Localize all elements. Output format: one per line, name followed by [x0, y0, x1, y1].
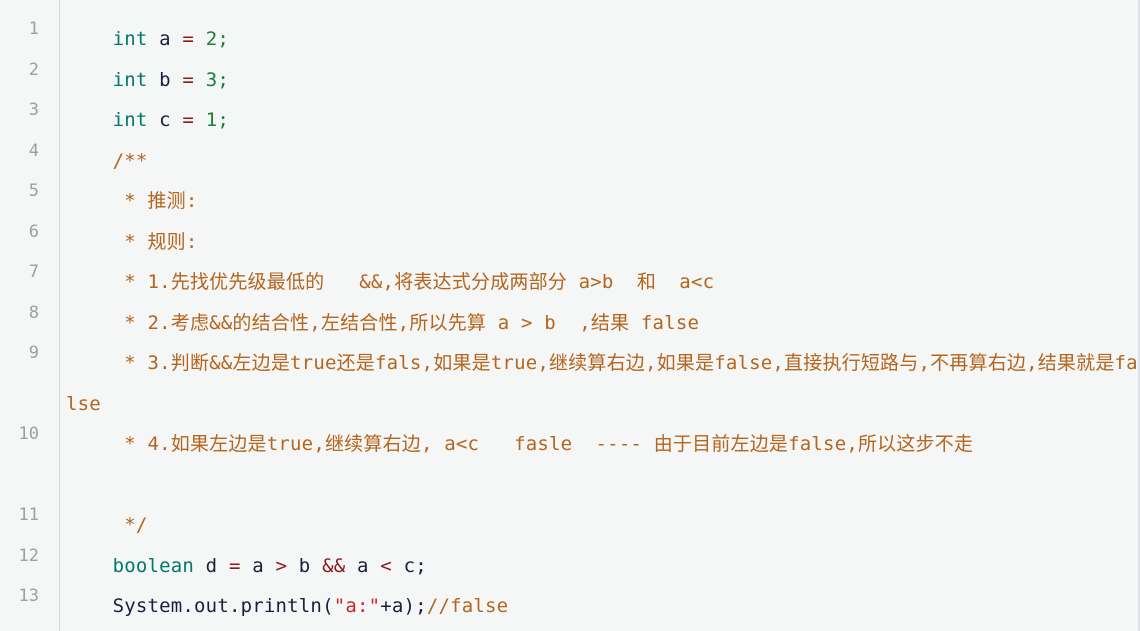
code-token-num: 1; [205, 109, 229, 131]
code-token-plain: a [147, 28, 183, 50]
code-token-plain: c; [391, 554, 427, 577]
code-line[interactable]: int b = 3; [66, 60, 1138, 101]
code-token-plain: d [194, 554, 229, 577]
line-number: 9 [28, 343, 39, 363]
line-number: 12 [18, 545, 39, 566]
line-number: 10 [18, 424, 39, 444]
code-content-area[interactable]: int a = 2; int b = 3; int c = 1; /** * 推… [60, 0, 1138, 631]
code-token-num: 2; [205, 28, 229, 50]
line-number: 4 [28, 140, 39, 161]
code-line[interactable]: * 1.先找优先级最低的 &&,将表达式分成两部分 a>b 和 a<c [66, 262, 1138, 303]
code-token-cmt: * 3.判断&&左边是true还是fals,如果是true,继续算右边,如果是f… [66, 352, 1138, 415]
code-line[interactable]: * 2.考虑&&的结合性,左结合性,所以先算 a > b ,结果 false [66, 303, 1138, 344]
line-number: 13 [18, 586, 39, 606]
code-token-kw: int [112, 28, 148, 50]
line-number: 11 [18, 505, 39, 525]
line-number: 6 [28, 221, 39, 242]
code-line[interactable]: int c = 1; [66, 100, 1138, 141]
code-token-kw: int [112, 109, 148, 131]
code-token-cmt: */ [124, 514, 148, 536]
line-number: 3 [28, 100, 39, 120]
code-line[interactable]: int a = 2; [66, 19, 1138, 60]
code-line[interactable]: * 规则: [66, 222, 1138, 263]
code-token-cmt: * 规则: [124, 230, 198, 253]
code-token-cmt: * 推测: [124, 190, 198, 212]
code-token-plain: System.out.println( [112, 595, 334, 617]
code-token-plain: c [147, 109, 183, 131]
code-token-plain: a [240, 554, 276, 577]
line-number: 7 [28, 262, 39, 282]
line-number: 2 [28, 59, 39, 80]
code-token-cmt: //false [426, 595, 509, 617]
line-number: 5 [28, 181, 39, 201]
code-token-kw: boolean [112, 554, 195, 577]
code-editor[interactable]: 1 2 3 4 5 6 7 8 9 10 11 12 13 int a = 2; int b = 3; … [0, 0, 1140, 631]
code-token-op: = [228, 554, 241, 577]
code-token-cmt: * 2.考虑&&的结合性,左结合性,所以先算 a > b ,结果 false [124, 311, 700, 334]
code-line[interactable]: * 推测: [66, 181, 1138, 222]
line-number-gutter[interactable]: 1 2 3 4 5 6 7 8 9 10 11 12 13 [0, 0, 60, 631]
code-token-kw: int [112, 68, 148, 91]
code-token-plain: a [345, 554, 381, 577]
code-token-plain: +a); [380, 595, 427, 617]
code-token-op: = [182, 28, 195, 50]
code-token-op: < [380, 554, 392, 577]
code-token-op: = [182, 109, 195, 131]
code-line[interactable]: boolean d = a > b && a < c; [66, 546, 1138, 587]
code-line[interactable]: /** [66, 141, 1138, 182]
code-line[interactable]: */ [66, 505, 1138, 546]
code-line[interactable]: * 3.判断&&左边是true还是fals,如果是true,继续算右边,如果是f… [60, 343, 1138, 424]
code-token-num: 3; [205, 68, 229, 91]
code-token-op: && [322, 554, 346, 577]
code-token-plain: b [147, 68, 183, 91]
code-token-op: = [182, 68, 195, 91]
code-line[interactable]: System.out.println("a:"+a);//false [66, 586, 1138, 627]
code-token-plain: b [287, 554, 323, 577]
code-token-cmt: * 1.先找优先级最低的 &&,将表达式分成两部分 a>b 和 a<c [124, 271, 715, 293]
code-line[interactable]: * 4.如果左边是true,继续算右边, a<c fasle ---- 由于目前… [60, 424, 1138, 505]
line-number: 8 [28, 302, 39, 323]
code-token-cmt: * 4.如果左边是true,继续算右边, a<c fasle ---- 由于目前… [124, 433, 974, 455]
code-token-op: > [275, 554, 288, 577]
code-token-str: "a:" [333, 595, 381, 617]
code-token-cmt: /** [112, 149, 148, 172]
line-number: 1 [28, 19, 39, 39]
